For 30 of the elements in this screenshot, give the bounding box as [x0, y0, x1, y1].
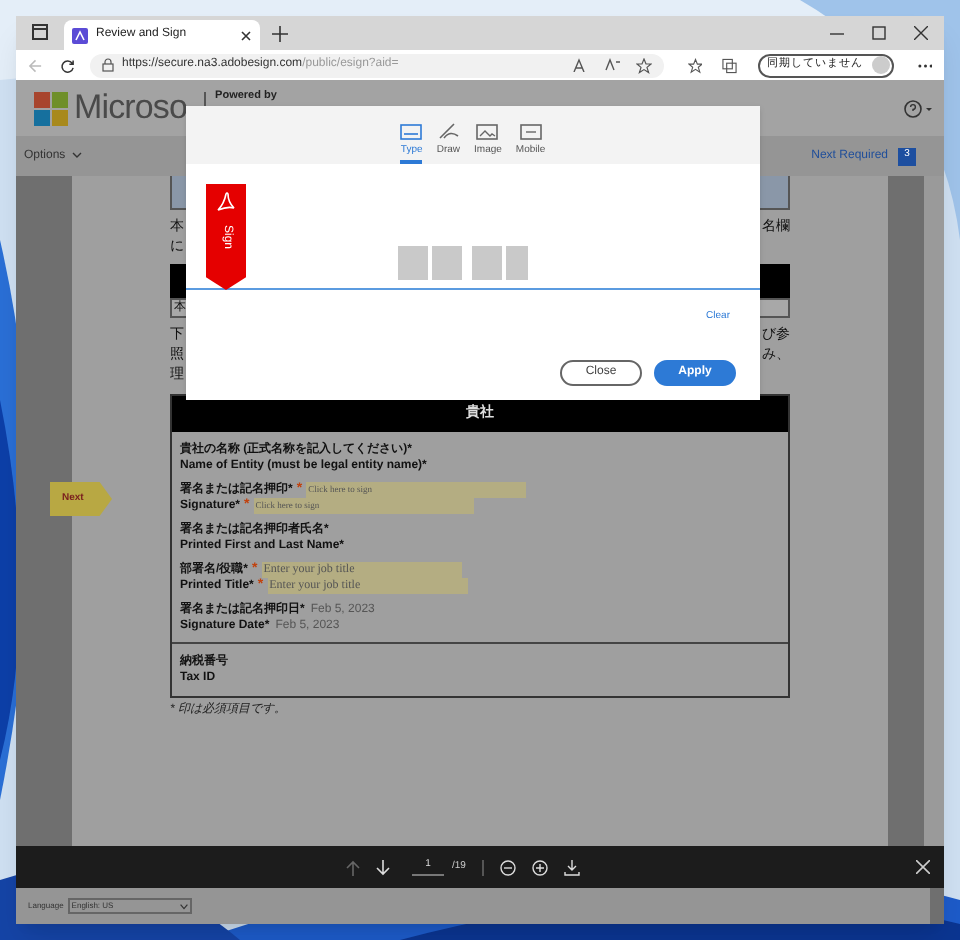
- pdf-icon[interactable]: [72, 27, 88, 43]
- lock-icon[interactable]: [102, 58, 114, 72]
- arrow-up-icon[interactable]: [346, 859, 360, 875]
- close-icon[interactable]: [914, 26, 928, 40]
- signature-preview-drawing: [398, 246, 528, 280]
- avatar-icon[interactable]: [871, 56, 890, 74]
- caret-icon[interactable]: [179, 903, 188, 909]
- download-icon[interactable]: [563, 859, 580, 875]
- read-aloud-icon[interactable]: [571, 57, 588, 71]
- maximize-icon[interactable]: [872, 26, 886, 40]
- scrollbar[interactable]: [924, 176, 944, 846]
- company-name: Microso: [74, 90, 188, 124]
- zoom-in-icon[interactable]: [531, 859, 548, 875]
- caret-icon[interactable]: [71, 152, 82, 160]
- help-icon[interactable]: [904, 99, 932, 117]
- acrobat-icon[interactable]: [216, 192, 236, 212]
- image-icon[interactable]: [476, 121, 499, 139]
- phone-icon[interactable]: [519, 121, 542, 139]
- new-tab-icon[interactable]: [272, 26, 288, 42]
- reload-icon[interactable]: [59, 57, 74, 73]
- pen-icon[interactable]: [437, 121, 460, 139]
- tab-actions-icon[interactable]: [32, 24, 48, 40]
- favorite-add-icon[interactable]: [635, 57, 652, 73]
- collections-icon[interactable]: [722, 57, 738, 73]
- translate-icon[interactable]: [603, 57, 620, 71]
- zoom-out-icon[interactable]: [499, 859, 516, 875]
- favorites-icon[interactable]: [687, 57, 703, 73]
- arrow-down-icon[interactable]: [376, 859, 390, 875]
- close-icon[interactable]: [240, 29, 252, 41]
- keyboard-icon[interactable]: [400, 121, 423, 139]
